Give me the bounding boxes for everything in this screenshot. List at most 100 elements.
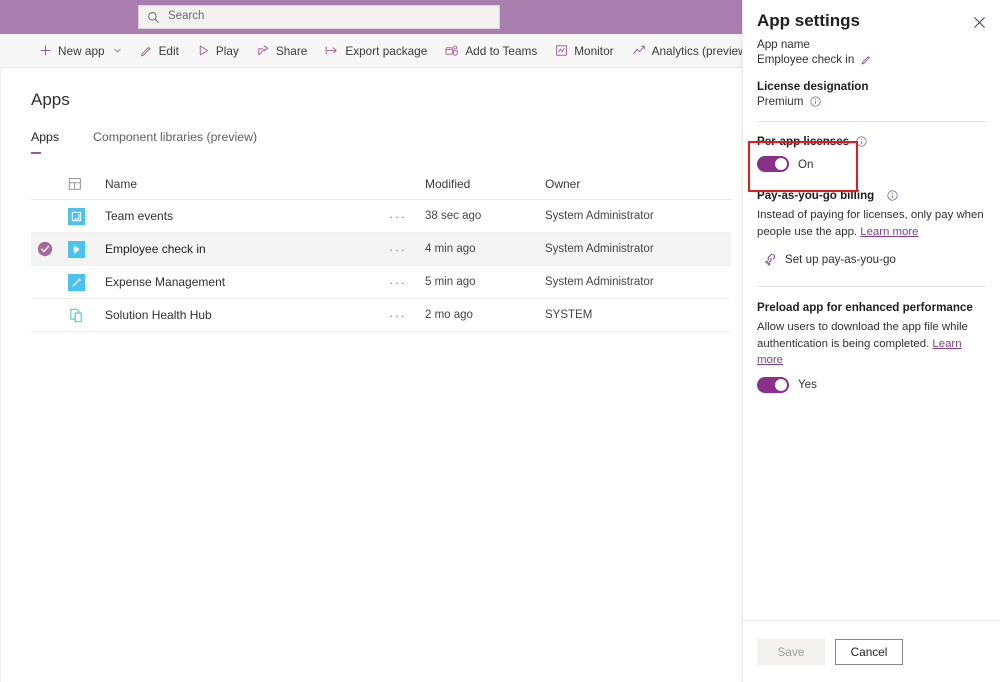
license-designation-value: Premium [757, 95, 803, 108]
license-designation-label: License designation [757, 80, 987, 93]
pay-as-you-go-learn-more-link[interactable]: Learn more [860, 226, 918, 238]
toggle-knob [775, 158, 787, 170]
share-icon [257, 44, 270, 57]
table-row[interactable]: Expense Management ··· 5 min ago System … [31, 266, 731, 299]
panel-body: App name Employee check in License desig… [743, 38, 1000, 393]
type-column-header[interactable] [59, 177, 89, 191]
close-icon [973, 16, 986, 29]
edit-button[interactable]: Edit [131, 34, 188, 68]
preload-state: Yes [798, 378, 817, 391]
row-name[interactable]: Employee check in [89, 242, 389, 256]
row-owner: System Administrator [545, 243, 731, 255]
monitor-button[interactable]: Monitor [546, 34, 622, 68]
setup-link-icon [763, 252, 777, 266]
play-icon [197, 44, 210, 57]
row-app-icon-cell [59, 208, 89, 225]
per-app-licenses-section: Per-app licenses On [743, 135, 1000, 172]
new-app-button[interactable]: New app [30, 34, 131, 68]
row-name[interactable]: Expense Management [89, 275, 389, 289]
analytics-icon [632, 44, 646, 57]
app-name-label: App name [757, 38, 987, 51]
export-package-button[interactable]: Export package [316, 34, 436, 68]
add-to-teams-button[interactable]: Add to Teams [436, 34, 546, 68]
plus-icon [39, 44, 52, 57]
preload-description-block: Allow users to download the app file whi… [757, 319, 987, 369]
table-header-row: Name Modified Owner [31, 168, 731, 200]
pay-as-you-go-label: Pay-as-you-go billing [757, 189, 874, 202]
row-modified: 2 mo ago [425, 309, 545, 321]
search-input[interactable]: Search [138, 5, 500, 29]
per-app-licenses-label: Per-app licenses [757, 135, 849, 148]
panel-title: App settings [757, 11, 860, 31]
license-designation-field: License designation Premium [743, 80, 1000, 108]
model-app-icon [68, 307, 85, 324]
tab-component-libraries[interactable]: Component libraries (preview) [93, 128, 265, 154]
pencil-icon[interactable] [861, 54, 872, 65]
row-overflow-menu[interactable]: ··· [389, 275, 425, 290]
table-row[interactable]: Employee check in ··· 4 min ago System A… [31, 233, 731, 266]
table-row[interactable]: Solution Health Hub ··· 2 mo ago SYSTEM [31, 299, 731, 332]
pencil-icon [140, 44, 153, 57]
per-app-licenses-toggle[interactable] [757, 156, 789, 172]
table-row[interactable]: Team events ··· 38 sec ago System Admini… [31, 200, 731, 233]
row-owner: System Administrator [545, 210, 731, 222]
row-overflow-menu[interactable]: ··· [389, 209, 425, 224]
owner-column-header[interactable]: Owner [545, 177, 731, 191]
panel-footer: Save Cancel [743, 620, 1000, 682]
apps-table: Name Modified Owner Team events ··· 38 s… [31, 168, 731, 332]
pay-as-you-go-header: Pay-as-you-go billing [757, 189, 987, 202]
edit-label: Edit [159, 44, 179, 58]
tab-component-libraries-label: Component libraries (preview) [93, 130, 257, 144]
add-to-teams-label: Add to Teams [465, 44, 537, 58]
tab-apps-label: Apps [31, 130, 59, 144]
play-label: Play [216, 44, 239, 58]
row-name[interactable]: Team events [89, 209, 389, 223]
info-icon[interactable] [887, 190, 898, 201]
info-icon[interactable] [810, 96, 821, 107]
monitor-icon [555, 44, 568, 57]
canvas-app-icon [68, 208, 85, 225]
row-app-icon-cell [59, 241, 89, 258]
per-app-licenses-toggle-row: On [757, 156, 987, 172]
info-icon[interactable] [856, 136, 867, 147]
modified-column-header[interactable]: Modified [425, 177, 545, 191]
analytics-label: Analytics (preview) [652, 44, 751, 58]
search-icon [147, 11, 160, 24]
row-overflow-menu[interactable]: ··· [389, 308, 425, 323]
analytics-button[interactable]: Analytics (preview) [623, 34, 760, 68]
row-app-icon-cell [59, 307, 89, 324]
row-owner: SYSTEM [545, 309, 731, 321]
cancel-button[interactable]: Cancel [835, 639, 903, 665]
row-owner: System Administrator [545, 276, 731, 288]
row-modified: 5 min ago [425, 276, 545, 288]
canvas-app-icon [68, 274, 85, 291]
tab-apps[interactable]: Apps [31, 128, 67, 154]
close-button[interactable] [968, 11, 990, 33]
export-package-label: Export package [345, 44, 427, 58]
share-button[interactable]: Share [248, 34, 316, 68]
canvas-app-icon [68, 241, 85, 258]
preload-toggle[interactable] [757, 377, 789, 393]
toggle-knob [775, 379, 787, 391]
setup-pay-as-you-go-button[interactable]: Set up pay-as-you-go [757, 252, 987, 266]
pay-as-you-go-description-block: Instead of paying for licenses, only pay… [757, 207, 987, 240]
row-select-cell[interactable] [31, 241, 59, 257]
save-button[interactable]: Save [757, 639, 825, 665]
name-column-header[interactable]: Name [89, 177, 389, 191]
search-placeholder: Search [168, 11, 204, 23]
row-modified: 38 sec ago [425, 210, 545, 222]
setup-pay-as-you-go-label: Set up pay-as-you-go [785, 253, 896, 266]
layout-grid-icon [68, 177, 82, 191]
checkmark-circle-icon [37, 241, 53, 257]
per-app-licenses-header: Per-app licenses [757, 135, 987, 148]
play-button[interactable]: Play [188, 34, 248, 68]
row-name[interactable]: Solution Health Hub [89, 308, 389, 322]
chevron-down-icon [113, 46, 122, 55]
share-label: Share [276, 44, 307, 58]
pay-as-you-go-section: Pay-as-you-go billing Instead of paying … [743, 189, 1000, 266]
row-overflow-menu[interactable]: ··· [389, 242, 425, 257]
new-app-label: New app [58, 44, 105, 58]
apps-page: Apps Apps Component libraries (preview) [0, 68, 742, 682]
app-name-value-row: Employee check in [757, 53, 987, 66]
app-settings-panel: App settings App name Employee check in [742, 0, 1000, 682]
